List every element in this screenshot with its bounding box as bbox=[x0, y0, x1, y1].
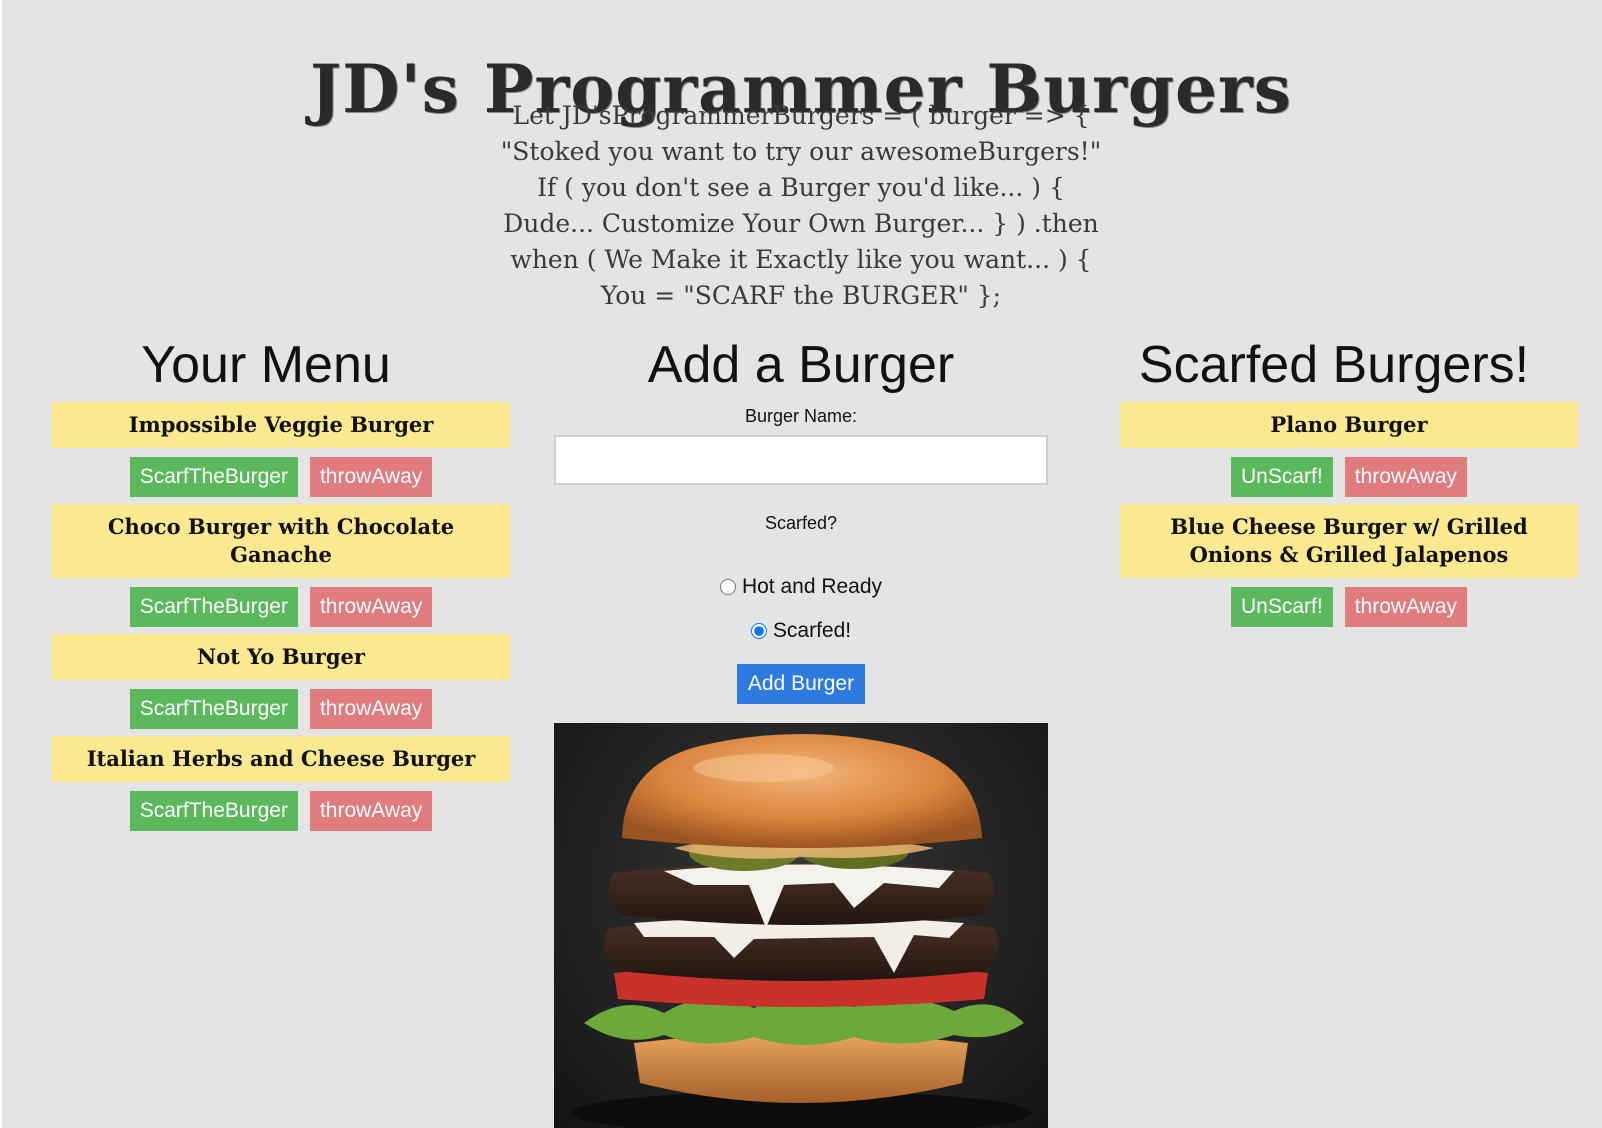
burger-card: Italian Herbs and Cheese Burger bbox=[52, 736, 510, 782]
tagline-line: If ( you don't see a Burger you'd like..… bbox=[537, 173, 1065, 202]
scarf-button[interactable]: ScarfTheBurger bbox=[129, 791, 298, 831]
menu-list: Impossible Veggie Burger ScarfTheBurger … bbox=[52, 402, 510, 831]
scarf-button[interactable]: ScarfTheBurger bbox=[129, 689, 298, 729]
hot-and-ready-radio[interactable] bbox=[719, 579, 736, 595]
menu-column: Your Menu Impossible Veggie Burger Scarf… bbox=[52, 330, 510, 838]
burger-card: Blue Cheese Burger w/ Grilled Onions & G… bbox=[1120, 504, 1578, 578]
scarfed-list: Plano Burger UnScarf! throwAway Blue Che… bbox=[1120, 402, 1578, 627]
burger-name-input[interactable] bbox=[554, 435, 1048, 485]
burger-actions: ScarfTheBurger throwAway bbox=[52, 689, 510, 729]
throw-away-button[interactable]: throwAway bbox=[309, 457, 433, 497]
throw-away-button[interactable]: throwAway bbox=[1344, 457, 1468, 497]
scarfed-radio[interactable] bbox=[750, 623, 767, 639]
burger-illustration bbox=[571, 734, 1031, 1128]
burger-card: Impossible Veggie Burger bbox=[52, 402, 510, 448]
burger-name-label: Burger Name: bbox=[744, 406, 858, 426]
tagline-line: "Stoked you want to try our awesomeBurge… bbox=[500, 137, 1102, 166]
throw-away-button[interactable]: throwAway bbox=[309, 587, 433, 627]
tagline-line: Dude... Customize Your Own Burger... } )… bbox=[503, 209, 1099, 238]
hot-and-ready-label: Hot and Ready bbox=[741, 575, 883, 598]
scarf-button[interactable]: ScarfTheBurger bbox=[129, 587, 298, 627]
tagline: Let JD'sProgrammerBurgers = ( burger => … bbox=[0, 98, 1602, 314]
throw-away-button[interactable]: throwAway bbox=[309, 791, 433, 831]
menu-heading: Your Menu bbox=[141, 336, 391, 394]
burger-image bbox=[554, 723, 1048, 1128]
burger-actions: UnScarf! throwAway bbox=[1120, 457, 1578, 497]
burger-actions: ScarfTheBurger throwAway bbox=[52, 791, 510, 831]
unscarf-button[interactable]: UnScarf! bbox=[1230, 457, 1333, 497]
burger-actions: UnScarf! throwAway bbox=[1120, 587, 1578, 627]
throw-away-button[interactable]: throwAway bbox=[309, 689, 433, 729]
tagline-line: when ( We Make it Exactly like you want.… bbox=[510, 245, 1092, 274]
scarfed-option[interactable]: Scarfed! bbox=[554, 616, 1048, 646]
scarfed-heading: Scarfed Burgers! bbox=[1138, 336, 1530, 394]
scarfed-label: Scarfed? bbox=[764, 513, 838, 533]
add-burger-heading: Add a Burger bbox=[647, 336, 955, 394]
tagline-line: Let JD'sProgrammerBurgers = ( burger => … bbox=[512, 101, 1090, 130]
add-burger-button[interactable]: Add Burger bbox=[736, 664, 866, 704]
throw-away-button[interactable]: throwAway bbox=[1344, 587, 1468, 627]
unscarf-button[interactable]: UnScarf! bbox=[1230, 587, 1333, 627]
burger-card: Plano Burger bbox=[1120, 402, 1578, 448]
burger-card: Not Yo Burger bbox=[52, 634, 510, 680]
burger-actions: ScarfTheBurger throwAway bbox=[52, 587, 510, 627]
scarfed-option-label: Scarfed! bbox=[772, 619, 852, 642]
scarf-button[interactable]: ScarfTheBurger bbox=[129, 457, 298, 497]
tagline-line: You = "SCARF the BURGER" }; bbox=[600, 281, 1002, 310]
burger-actions: ScarfTheBurger throwAway bbox=[52, 457, 510, 497]
add-burger-column: Add a Burger Burger Name: Scarfed? Hot a… bbox=[554, 330, 1048, 704]
scarfed-column: Scarfed Burgers! Plano Burger UnScarf! t… bbox=[1120, 330, 1578, 634]
burger-card: Choco Burger with Chocolate Ganache bbox=[52, 504, 510, 578]
hot-and-ready-option[interactable]: Hot and Ready bbox=[554, 572, 1048, 602]
